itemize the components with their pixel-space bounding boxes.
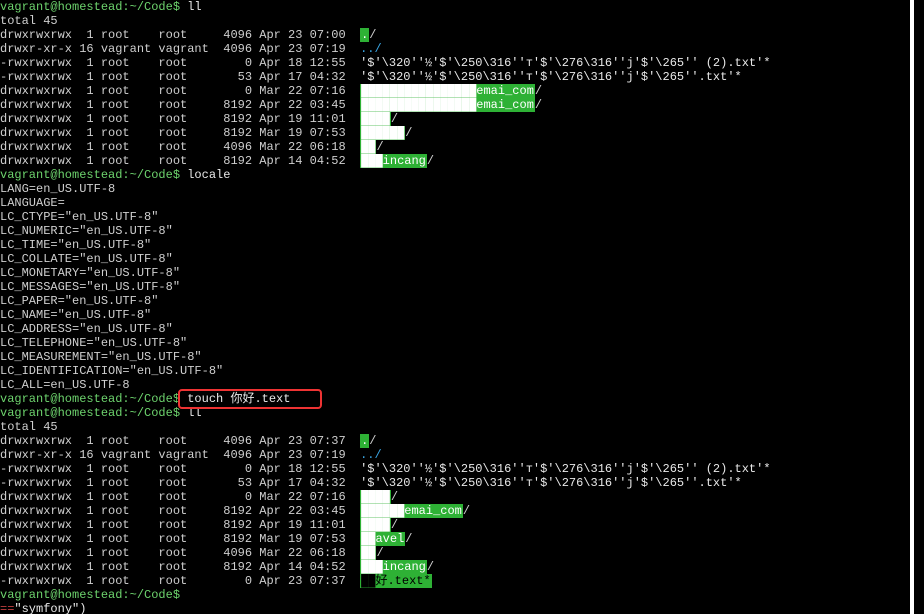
ls-row: -rwxrwxrwx 1 root root 0 Apr 18 12:55 '$… — [0, 56, 900, 70]
ls-row: drwxrwxrwx 1 root root 4096 Apr 23 07:37… — [0, 434, 900, 448]
locale-row: LC_MONETARY="en_US.UTF-8" — [0, 266, 900, 280]
locale-row: LC_NAME="en_US.UTF-8" — [0, 308, 900, 322]
locale-row: LC_PAPER="en_US.UTF-8" — [0, 294, 900, 308]
ls-row: -rwxrwxrwx 1 root root 0 Apr 18 12:55 '$… — [0, 462, 900, 476]
ls-row: -rwxrwxrwx 1 root root 53 Apr 17 04:32 '… — [0, 476, 900, 490]
ls-row: drwxrwxrwx 1 root root 4096 Mar 22 06:18… — [0, 546, 900, 560]
locale-row: LC_MEASUREMENT="en_US.UTF-8" — [0, 350, 900, 364]
ls-row: drwxrwxrwx 1 root root 8192 Mar 19 07:53… — [0, 532, 900, 546]
prompt-line[interactable]: vagrant@homestead:~/Code$ locale — [0, 168, 900, 182]
terminal-output[interactable]: vagrant@homestead:~/Code$ lltotal 45drwx… — [0, 0, 900, 614]
ls-row: -rwxrwxrwx 1 root root 0 Apr 23 07:37 ██… — [0, 574, 900, 588]
prompt-line[interactable]: vagrant@homestead:~/Code$ — [0, 588, 900, 602]
ls-row: drwxrwxrwx 1 root root 4096 Mar 22 06:18… — [0, 140, 900, 154]
total-line: total 45 — [0, 14, 900, 28]
ls-row: drwxr-xr-x 16 vagrant vagrant 4096 Apr 2… — [0, 42, 900, 56]
locale-row: LC_ADDRESS="en_US.UTF-8" — [0, 322, 900, 336]
locale-row: LC_ALL=en_US.UTF-8 — [0, 378, 900, 392]
locale-row: LC_IDENTIFICATION="en_US.UTF-8" — [0, 364, 900, 378]
locale-row: LC_TELEPHONE="en_US.UTF-8" — [0, 336, 900, 350]
total-line: total 45 — [0, 420, 900, 434]
ls-row: drwxrwxrwx 1 root root 4096 Apr 23 07:00… — [0, 28, 900, 42]
ls-row: drwxrwxrwx 1 root root 8192 Apr 14 04:52… — [0, 154, 900, 168]
ls-row: drwxrwxrwx 1 root root 8192 Apr 22 03:45… — [0, 98, 900, 112]
prompt-line[interactable]: vagrant@homestead:~/Code$ ll — [0, 406, 900, 420]
ls-row: drwxrwxrwx 1 root root 8192 Apr 19 11:01… — [0, 518, 900, 532]
ls-row: drwxrwxrwx 1 root root 8192 Apr 14 04:52… — [0, 560, 900, 574]
prompt-line[interactable]: vagrant@homestead:~/Code$ ll — [0, 0, 900, 14]
ls-row: drwxrwxrwx 1 root root 0 Mar 22 07:16 ██… — [0, 84, 900, 98]
locale-row: LANG=en_US.UTF-8 — [0, 182, 900, 196]
ls-row: drwxrwxrwx 1 root root 8192 Apr 22 03:45… — [0, 504, 900, 518]
locale-row: LC_COLLATE="en_US.UTF-8" — [0, 252, 900, 266]
prompt-touch-line[interactable]: vagrant@homestead:~/Code$ touch 你好.text — [0, 392, 900, 406]
ls-row: drwxrwxrwx 1 root root 8192 Mar 19 07:53… — [0, 126, 900, 140]
locale-row: LANGUAGE= — [0, 196, 900, 210]
ls-row: drwxrwxrwx 1 root root 8192 Apr 19 11:01… — [0, 112, 900, 126]
locale-row: LC_CTYPE="en_US.UTF-8" — [0, 210, 900, 224]
locale-row: LC_MESSAGES="en_US.UTF-8" — [0, 280, 900, 294]
locale-row: LC_TIME="en_US.UTF-8" — [0, 238, 900, 252]
footer-hint: =="symfony") — [0, 602, 900, 614]
scrollbar[interactable] — [910, 0, 914, 614]
ls-row: drwxrwxrwx 1 root root 0 Mar 22 07:16 ██… — [0, 490, 900, 504]
ls-row: drwxr-xr-x 16 vagrant vagrant 4096 Apr 2… — [0, 448, 900, 462]
locale-row: LC_NUMERIC="en_US.UTF-8" — [0, 224, 900, 238]
ls-row: -rwxrwxrwx 1 root root 53 Apr 17 04:32 '… — [0, 70, 900, 84]
